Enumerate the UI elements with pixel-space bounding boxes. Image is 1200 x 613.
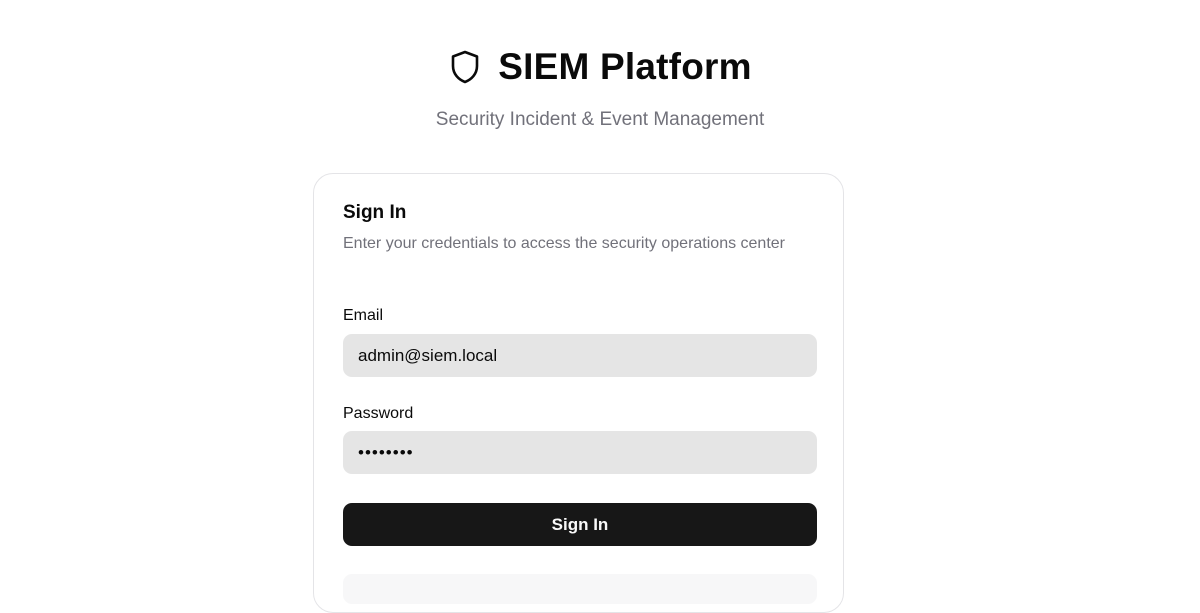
app-title: SIEM Platform xyxy=(498,46,752,87)
sign-in-button[interactable]: Sign In xyxy=(343,503,817,546)
card-description: Enter your credentials to access the sec… xyxy=(343,235,785,252)
password-label: Password xyxy=(343,405,414,422)
sign-in-card: Sign In Enter your credentials to access… xyxy=(313,173,844,613)
card-title: Sign In xyxy=(343,202,407,223)
email-label: Email xyxy=(343,307,384,324)
shield-icon xyxy=(448,48,482,86)
brand-header: SIEM Platform xyxy=(0,44,1200,90)
email-field[interactable] xyxy=(343,334,817,377)
app-subtitle: Security Incident & Event Management xyxy=(435,109,765,130)
password-field[interactable] xyxy=(343,431,817,474)
info-box xyxy=(343,574,817,604)
